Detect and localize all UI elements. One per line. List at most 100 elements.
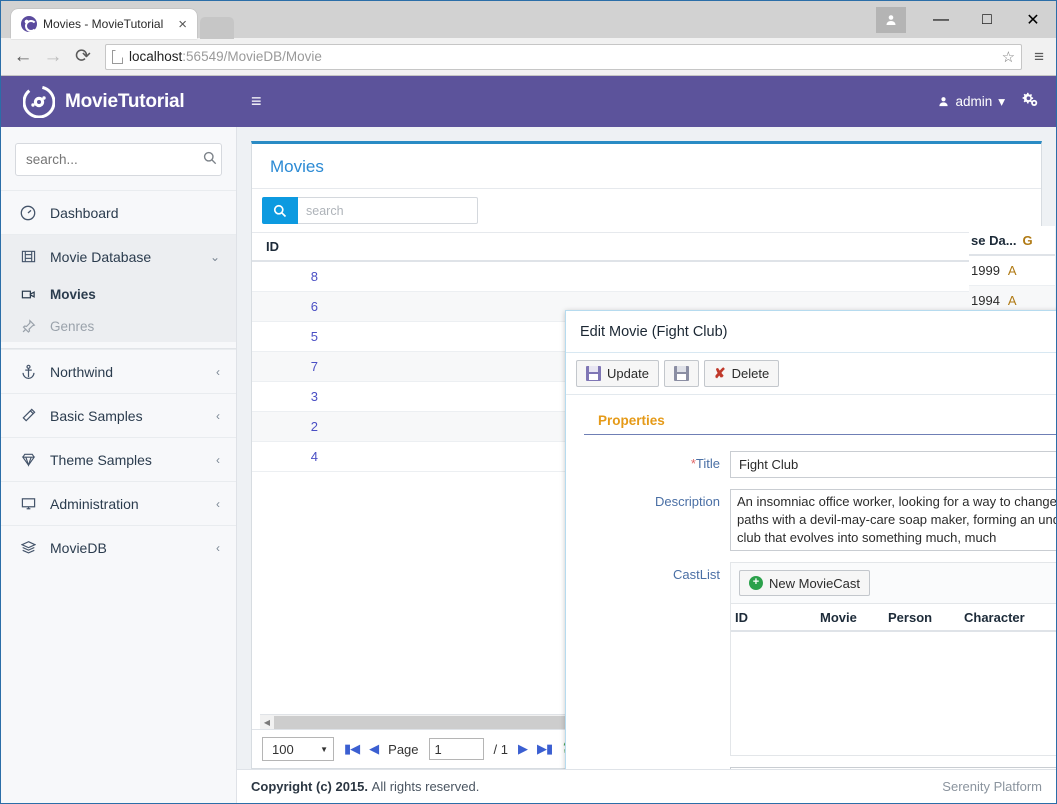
column-header-cast-id[interactable]: ID bbox=[735, 610, 820, 625]
search-icon bbox=[203, 151, 217, 168]
chevron-right-icon: ‹ bbox=[216, 409, 220, 423]
content-area: Movies search ID 8 6 bbox=[237, 127, 1056, 769]
sidebar-item-northwind[interactable]: Northwind ‹ bbox=[1, 349, 236, 393]
search-input[interactable] bbox=[26, 152, 203, 167]
address-bar[interactable]: localhost:56549/MovieDB/Movie ☆ bbox=[105, 44, 1022, 70]
sidebar-item-dashboard[interactable]: Dashboard bbox=[1, 190, 236, 234]
castlist-control: + New MovieCast ID Movie bbox=[730, 562, 1056, 756]
table-row[interactable]: 8 bbox=[252, 262, 1041, 292]
header-right: admin ▾ bbox=[938, 91, 1056, 113]
sidebar-item-movie-database[interactable]: Movie Database ⌄ bbox=[1, 234, 236, 278]
favicon-icon bbox=[21, 16, 37, 32]
quick-search-input[interactable]: search bbox=[298, 197, 478, 224]
quick-search-button[interactable] bbox=[262, 197, 298, 224]
last-page-button[interactable]: ▶▮ bbox=[537, 741, 552, 757]
title-input[interactable]: Fight Club bbox=[730, 451, 1056, 478]
prev-page-button[interactable]: ◀ bbox=[369, 741, 378, 757]
properties-section-header: Properties bbox=[584, 409, 1056, 435]
sidebar-item-theme-samples[interactable]: Theme Samples ‹ bbox=[1, 437, 236, 481]
wand-icon bbox=[19, 408, 37, 423]
save-icon bbox=[586, 366, 601, 381]
user-profile-icon[interactable] bbox=[876, 7, 906, 33]
storyline-textarea[interactable]: A ticking-time-bomb insomniac and a slip… bbox=[730, 767, 1056, 769]
page-size-select[interactable]: 100 ▼ bbox=[262, 737, 334, 761]
sidebar-item-genres[interactable]: Genres bbox=[1, 310, 236, 342]
new-tab-button[interactable] bbox=[200, 17, 234, 39]
update-label: Update bbox=[607, 366, 649, 381]
sidebar-item-administration[interactable]: Administration ‹ bbox=[1, 481, 236, 525]
column-header-cast-character[interactable]: Character bbox=[964, 610, 1056, 625]
anchor-icon bbox=[19, 364, 37, 379]
column-header-cast-person[interactable]: Person bbox=[888, 610, 964, 625]
forward-icon: → bbox=[39, 43, 67, 71]
cell-id: 2 bbox=[252, 419, 324, 434]
new-moviecast-button[interactable]: + New MovieCast bbox=[739, 570, 870, 596]
field-storyline: Storyline A ticking-time-bomb insomniac … bbox=[584, 767, 1056, 769]
browser-tab[interactable]: Movies - MovieTutorial × bbox=[11, 9, 197, 39]
column-header-id[interactable]: ID bbox=[258, 239, 330, 254]
save-and-close-button[interactable] bbox=[664, 360, 699, 387]
monitor-icon bbox=[19, 496, 37, 511]
column-header-cast-movie[interactable]: Movie bbox=[820, 610, 888, 625]
cell-id: 8 bbox=[252, 269, 324, 284]
user-menu[interactable]: admin ▾ bbox=[938, 94, 1005, 110]
title-control: Fight Club bbox=[730, 451, 1056, 478]
sidebar-item-moviedb[interactable]: MovieDB ‹ bbox=[1, 525, 236, 569]
chevron-down-icon: ▾ bbox=[998, 94, 1005, 110]
sidebar-subitem-label: Movies bbox=[50, 287, 96, 302]
sidebar-search[interactable] bbox=[15, 143, 222, 176]
sidebar-item-label: MovieDB bbox=[50, 540, 203, 556]
minimize-button[interactable]: — bbox=[918, 1, 964, 38]
new-moviecast-label: New MovieCast bbox=[769, 576, 860, 591]
page-label: Page bbox=[388, 742, 418, 757]
chevron-right-icon: ‹ bbox=[216, 497, 220, 511]
page-number-input[interactable]: 1 bbox=[429, 738, 484, 760]
page-total: / 1 bbox=[494, 742, 508, 757]
tab-strip: Movies - MovieTutorial × — □ ✕ bbox=[1, 1, 1056, 38]
sidebar-item-label: Administration bbox=[50, 496, 203, 512]
video-icon bbox=[19, 287, 37, 302]
gear-icon[interactable] bbox=[1021, 91, 1038, 113]
user-name: admin bbox=[955, 94, 992, 109]
scroll-left-icon[interactable]: ◀ bbox=[260, 718, 274, 727]
layers-icon bbox=[19, 540, 37, 555]
sidebar-item-movies[interactable]: Movies bbox=[1, 278, 236, 310]
description-textarea[interactable]: An insomniac office worker, looking for … bbox=[730, 489, 1056, 551]
storyline-control: A ticking-time-bomb insomniac and a slip… bbox=[730, 767, 1056, 769]
field-description: Description An insomniac office worker, … bbox=[584, 489, 1056, 551]
brand[interactable]: MovieTutorial bbox=[1, 76, 237, 127]
castlist-label: CastList bbox=[584, 562, 730, 582]
page-title: Movies bbox=[252, 144, 1041, 188]
user-icon bbox=[938, 96, 949, 107]
grid-toolbar: search bbox=[252, 188, 1041, 232]
cell-id: 3 bbox=[252, 389, 324, 404]
next-page-button[interactable]: ▶ bbox=[518, 741, 527, 757]
dialog-toolbar: Update ✘ Delete bbox=[566, 353, 1056, 395]
cell-id: 5 bbox=[252, 329, 324, 344]
chevron-right-icon: ‹ bbox=[216, 541, 220, 555]
bookmark-star-icon[interactable]: ☆ bbox=[1002, 48, 1015, 66]
window-controls: — □ ✕ bbox=[876, 1, 1056, 38]
sidebar-subitem-label: Genres bbox=[50, 319, 94, 334]
update-button[interactable]: Update bbox=[576, 360, 659, 387]
field-title: *Title Fight Club bbox=[584, 451, 1056, 478]
browser-menu-icon[interactable]: ≡ bbox=[1030, 47, 1048, 67]
reload-icon[interactable]: ⟳ bbox=[69, 43, 97, 71]
sidebar-toggle-icon[interactable]: ≡ bbox=[241, 91, 272, 112]
close-tab-icon[interactable]: × bbox=[174, 17, 191, 32]
sidebar-item-basic-samples[interactable]: Basic Samples ‹ bbox=[1, 393, 236, 437]
maximize-button[interactable]: □ bbox=[964, 1, 1010, 38]
back-icon[interactable]: ← bbox=[9, 43, 37, 71]
castlist-toolbar: + New MovieCast bbox=[731, 563, 1056, 603]
title-label: *Title bbox=[584, 451, 730, 471]
chevron-right-icon: ‹ bbox=[216, 453, 220, 467]
cell-id: 7 bbox=[252, 359, 324, 374]
first-page-button[interactable]: ▮◀ bbox=[344, 741, 359, 757]
close-window-button[interactable]: ✕ bbox=[1010, 1, 1056, 38]
page-size-value: 100 bbox=[272, 742, 294, 757]
delete-button[interactable]: ✘ Delete bbox=[704, 360, 779, 387]
diamond-icon bbox=[19, 452, 37, 467]
chevron-down-icon: ⌄ bbox=[210, 250, 220, 264]
tab-title: Movies - MovieTutorial bbox=[43, 17, 168, 31]
sidebar-item-label: Northwind bbox=[50, 364, 203, 380]
